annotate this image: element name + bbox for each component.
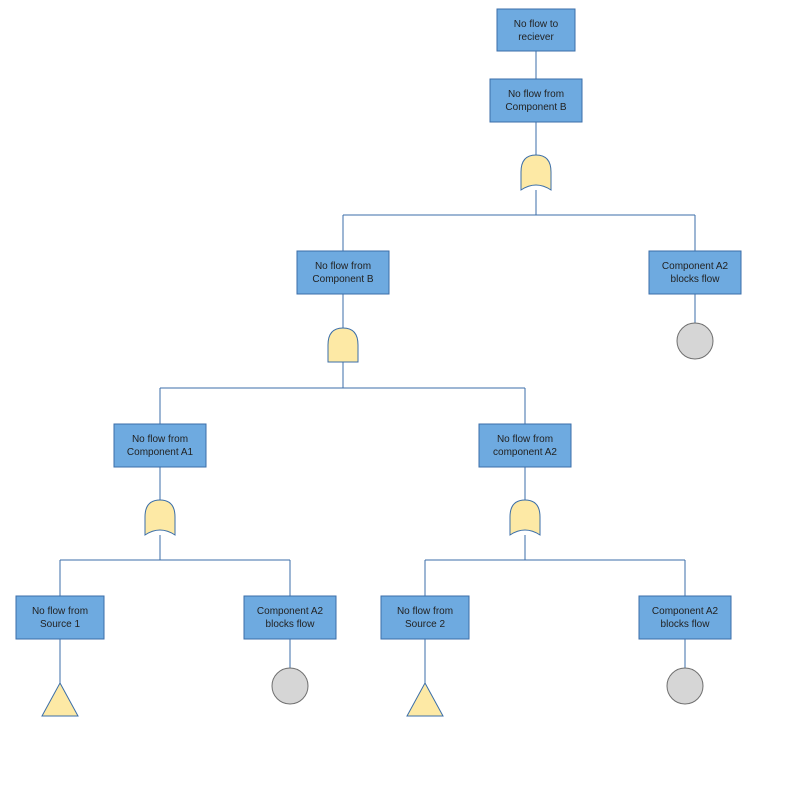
text: No flow from <box>132 434 188 445</box>
svg-text:blocks flow: blocks flow <box>661 619 711 630</box>
or-gate-icon <box>521 155 551 190</box>
svg-text:Component A2: Component A2 <box>662 261 729 272</box>
svg-text:No flow from: No flow from <box>497 434 553 445</box>
svg-text:No flow from: No flow from <box>315 261 371 272</box>
svg-text:Component A2: Component A2 <box>257 606 324 617</box>
event-box-a2blocks-right: Component A2 blocks flow <box>649 251 741 294</box>
text: No flow from <box>497 434 553 445</box>
text: component A2 <box>493 447 557 458</box>
event-box-src1: No flow from Source 1 <box>16 596 104 639</box>
basic-event-icon <box>272 668 308 704</box>
svg-text:blocks flow: blocks flow <box>671 274 721 285</box>
svg-text:No flow from: No flow from <box>132 434 188 445</box>
and-gate-icon <box>328 328 358 362</box>
text: blocks flow <box>661 619 711 630</box>
basic-event-icon <box>667 668 703 704</box>
svg-text:No flow from: No flow from <box>32 606 88 617</box>
text: Component A2 <box>652 606 719 617</box>
event-box-compA2: No flow from component A2 <box>479 424 571 467</box>
event-box-compB1: No flow from Component B <box>490 79 582 122</box>
svg-text:No flow from: No flow from <box>508 89 564 100</box>
text: No flow from <box>508 89 564 100</box>
or-gate-icon <box>510 500 540 535</box>
svg-text:blocks flow: blocks flow <box>266 619 316 630</box>
svg-text:reciever: reciever <box>518 32 554 43</box>
event-box-src2: No flow from Source 2 <box>381 596 469 639</box>
text: No flow from <box>315 261 371 272</box>
text: blocks flow <box>266 619 316 630</box>
text: blocks flow <box>671 274 721 285</box>
text: Source 2 <box>405 619 445 630</box>
text: Component A1 <box>127 447 194 458</box>
triangle-icon <box>42 683 78 716</box>
fault-tree-diagram: No flow to reciever No flow from Compone… <box>0 0 800 787</box>
event-box-a2blocks-mid: Component A2 blocks flow <box>244 596 336 639</box>
event-box-compA1: No flow from Component A1 <box>114 424 206 467</box>
svg-text:component A2: component A2 <box>493 447 557 458</box>
text: Source 1 <box>40 619 80 630</box>
event-box-top: No flow to reciever <box>497 9 575 51</box>
text: Component A2 <box>662 261 729 272</box>
svg-text:Component A2: Component A2 <box>652 606 719 617</box>
svg-text:No flow to: No flow to <box>514 19 559 30</box>
text: No flow from <box>32 606 88 617</box>
text: No flow to <box>514 19 559 30</box>
svg-text:Source 2: Source 2 <box>405 619 445 630</box>
text: reciever <box>518 32 554 43</box>
text: Component A2 <box>257 606 324 617</box>
text: Component B <box>312 274 373 285</box>
text: Component B <box>505 102 566 113</box>
event-box-compB2: No flow from Component B <box>297 251 389 294</box>
or-gate-icon <box>145 500 175 535</box>
basic-event-icon <box>677 323 713 359</box>
triangle-icon <box>407 683 443 716</box>
svg-text:Component A1: Component A1 <box>127 447 194 458</box>
svg-text:Source 1: Source 1 <box>40 619 80 630</box>
event-box-a2blocks-right2: Component A2 blocks flow <box>639 596 731 639</box>
text: No flow from <box>397 606 453 617</box>
svg-text:Component B: Component B <box>505 102 566 113</box>
svg-text:Component B: Component B <box>312 274 373 285</box>
svg-text:No flow from: No flow from <box>397 606 453 617</box>
